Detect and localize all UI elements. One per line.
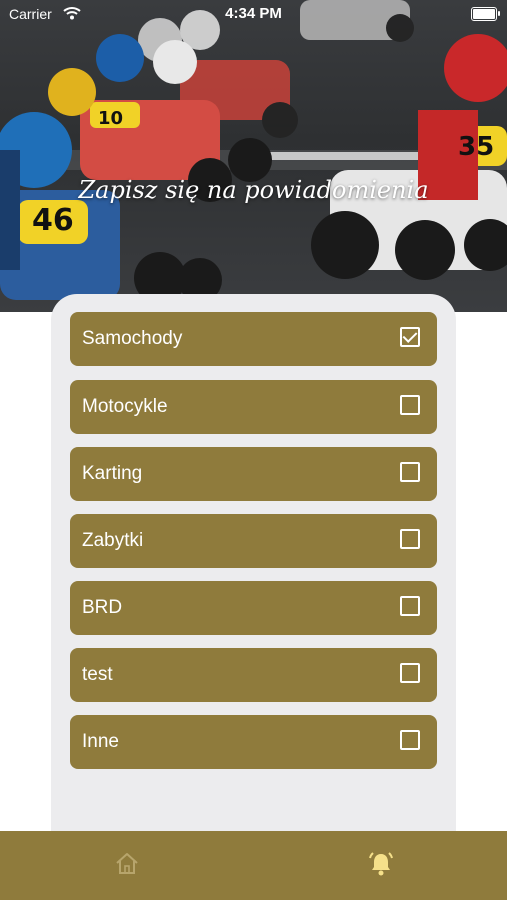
- option-label: Samochody: [82, 328, 183, 349]
- option-label: BRD: [82, 597, 123, 618]
- option-inne[interactable]: Inne: [70, 715, 437, 769]
- svg-text:46: 46: [32, 203, 74, 238]
- hero-title: Zapisz się na powiadomienia: [78, 176, 429, 204]
- option-label: test: [82, 664, 113, 685]
- option-label: Inne: [82, 731, 119, 752]
- bell-icon: [369, 852, 393, 876]
- status-bar: Carrier 4:34 PM: [0, 0, 507, 28]
- option-label: Karting: [82, 463, 143, 484]
- option-zabytki[interactable]: Zabytki: [70, 514, 437, 568]
- battery-icon: [471, 7, 500, 21]
- option-checkbox[interactable]: [400, 730, 420, 750]
- tab-notifications[interactable]: [366, 849, 396, 879]
- option-checkbox[interactable]: [400, 462, 420, 482]
- option-checkbox[interactable]: [400, 529, 420, 549]
- option-checkbox[interactable]: [400, 596, 420, 616]
- option-test[interactable]: test: [70, 648, 437, 702]
- karting-photo: 46 10 35: [0, 0, 507, 304]
- hero-image: 46 10 35 Zapisz się na powiadomienia: [0, 0, 507, 312]
- option-checkbox[interactable]: [400, 395, 420, 415]
- svg-text:10: 10: [98, 108, 123, 129]
- option-label: Zabytki: [82, 530, 144, 551]
- tab-home[interactable]: [112, 849, 142, 879]
- option-samochody[interactable]: Samochody: [70, 312, 437, 366]
- option-motocykle[interactable]: Motocykle: [70, 380, 437, 434]
- option-karting[interactable]: Karting: [70, 447, 437, 501]
- svg-text:35: 35: [458, 132, 494, 162]
- tab-bar: [0, 831, 507, 900]
- home-icon: [116, 853, 138, 874]
- status-time: 4:34 PM: [225, 5, 282, 22]
- option-checkbox[interactable]: [400, 327, 420, 347]
- notification-options-panel: Samochody Motocykle Karting Zabytki BRD …: [51, 294, 456, 854]
- option-label: Motocykle: [82, 396, 168, 417]
- option-checkbox[interactable]: [400, 663, 420, 683]
- option-brd[interactable]: BRD: [70, 581, 437, 635]
